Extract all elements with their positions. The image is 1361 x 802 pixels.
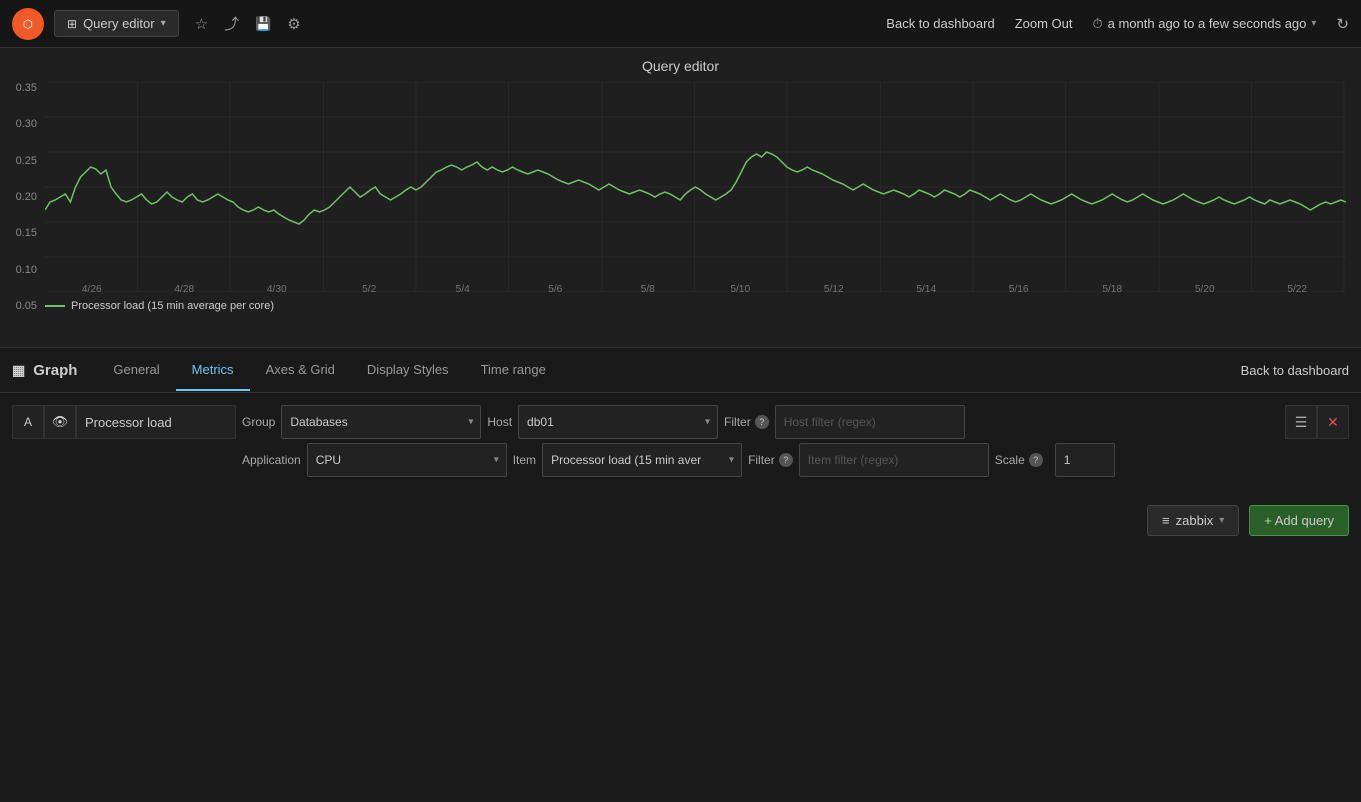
query-editor-label: Query editor	[83, 16, 155, 31]
chevron-down-icon: ▾	[161, 18, 166, 29]
svg-text:5/16: 5/16	[1009, 284, 1029, 292]
chart-legend: Processor load (15 min average per core)	[45, 300, 1346, 312]
scale-input-wrapper[interactable]	[1055, 443, 1115, 477]
panel-type: ▦ Graph	[12, 362, 77, 379]
scale-field[interactable]	[1055, 443, 1115, 477]
gear-icon[interactable]: ⚙	[287, 15, 300, 33]
chart-title: Query editor	[0, 58, 1361, 74]
grid-icon: ⊞	[67, 17, 77, 31]
zabbix-button[interactable]: ≡ zabbix ▾	[1147, 505, 1239, 536]
tab-time-range[interactable]: Time range	[465, 350, 562, 391]
metric-name-label: Processor load	[85, 415, 172, 430]
row1-actions: ☰ ✕	[1285, 405, 1349, 439]
metrics-row-2: A 👁 Application CPU ▾ Item Processor loa…	[12, 443, 1349, 477]
scale-help-icon[interactable]: ?	[1029, 453, 1043, 467]
tab-metrics[interactable]: Metrics	[176, 350, 250, 391]
row-options-button[interactable]: ☰	[1285, 405, 1317, 439]
legend-line	[45, 305, 65, 307]
chart-svg: 4/26 4/28 4/30 5/2 5/4 5/6 5/8 5/10 5/12…	[45, 82, 1346, 292]
save-icon[interactable]: 💾	[255, 16, 271, 32]
share-icon[interactable]: ⤴	[224, 13, 239, 34]
metrics-footer: ≡ zabbix ▾ + Add query	[0, 493, 1361, 544]
alias-cell: A	[12, 405, 44, 439]
item-filter-field[interactable]	[799, 443, 989, 477]
zabbix-icon: ≡	[1162, 513, 1170, 528]
host-label: Host	[481, 415, 518, 429]
back-to-dashboard-top-button[interactable]: Back to dashboard	[886, 16, 994, 31]
zabbix-label: zabbix	[1176, 513, 1214, 528]
row-remove-button[interactable]: ✕	[1317, 405, 1349, 439]
alias-label: A	[24, 415, 32, 429]
time-range-selector[interactable]: ⏱ a month ago to a few seconds ago ▾	[1093, 16, 1317, 32]
topbar-icons: ☆ ⤴ 💾 ⚙	[195, 13, 301, 34]
topbar: ⬡ ⊞ Query editor ▾ ☆ ⤴ 💾 ⚙ Back to dashb…	[0, 0, 1361, 48]
panel-type-label: Graph	[33, 362, 77, 379]
scale-cell: Scale ?	[989, 443, 1115, 477]
add-query-button[interactable]: + Add query	[1249, 505, 1349, 536]
group-label: Group	[236, 415, 281, 429]
application-label: Application	[236, 453, 307, 467]
application-dropdown[interactable]: CPU	[307, 443, 507, 477]
host-dropdown[interactable]: db01	[518, 405, 718, 439]
query-editor-button[interactable]: ⊞ Query editor ▾	[54, 10, 179, 37]
item-label: Item	[507, 453, 542, 467]
svg-text:5/6: 5/6	[548, 284, 563, 292]
filter-help-icon[interactable]: ?	[755, 415, 769, 429]
time-range-label: a month ago to a few seconds ago	[1108, 16, 1307, 31]
svg-text:5/22: 5/22	[1287, 284, 1307, 292]
chart-wrapper: 0.35 0.30 0.25 0.20 0.15 0.10 0.05	[0, 82, 1361, 342]
svg-text:5/18: 5/18	[1102, 284, 1122, 292]
svg-text:5/4: 5/4	[456, 284, 471, 292]
star-icon[interactable]: ☆	[195, 15, 208, 33]
host-filter-input[interactable]	[775, 405, 965, 439]
group-dropdown[interactable]: Databases	[281, 405, 481, 439]
eye-icon: 👁	[52, 414, 69, 430]
svg-text:4/26: 4/26	[82, 284, 102, 292]
group-select[interactable]: Databases ▾	[281, 405, 481, 439]
eye-cell[interactable]: 👁	[44, 405, 76, 439]
filter-label-row1: Filter ?	[718, 415, 775, 429]
application-select[interactable]: CPU ▾	[307, 443, 507, 477]
grafana-logo[interactable]: ⬡	[12, 8, 44, 40]
metric-name-cell: Processor load	[76, 405, 236, 439]
panel-tabs-left: ▦ Graph General Metrics Axes & Grid Disp…	[12, 350, 562, 390]
scale-label: Scale ?	[989, 453, 1049, 467]
svg-text:5/20: 5/20	[1195, 284, 1215, 292]
clock-icon: ⏱	[1093, 16, 1103, 32]
panel-tabs: ▦ Graph General Metrics Axes & Grid Disp…	[0, 348, 1361, 393]
tab-axes-grid[interactable]: Axes & Grid	[250, 350, 351, 391]
svg-text:5/10: 5/10	[730, 284, 750, 292]
bar-chart-icon: ▦	[12, 362, 25, 379]
topbar-right: Back to dashboard Zoom Out ⏱ a month ago…	[886, 15, 1349, 33]
svg-text:4/28: 4/28	[174, 284, 194, 292]
chart-container: Query editor 0.35 0.30 0.25 0.20 0.15 0.…	[0, 48, 1361, 348]
filter-label-row2: Filter ?	[742, 453, 799, 467]
refresh-icon[interactable]: ↻	[1336, 15, 1349, 33]
zabbix-chevron-icon: ▾	[1219, 515, 1224, 526]
y-axis-labels: 0.35 0.30 0.25 0.20 0.15 0.10 0.05	[0, 82, 42, 312]
host-filter-field[interactable]	[775, 405, 965, 439]
svg-text:⬡: ⬡	[23, 18, 33, 31]
host-select[interactable]: db01 ▾	[518, 405, 718, 439]
item-select[interactable]: Processor load (15 min aver ▾	[542, 443, 742, 477]
tab-general[interactable]: General	[97, 350, 175, 391]
time-range-chevron-icon: ▾	[1311, 18, 1316, 29]
svg-text:5/8: 5/8	[641, 284, 656, 292]
item-filter-input[interactable]	[799, 443, 989, 477]
add-query-label: + Add query	[1264, 513, 1334, 528]
metrics-row-1: A 👁 Processor load Group Databases ▾ Hos…	[12, 405, 1349, 439]
svg-text:5/12: 5/12	[824, 284, 844, 292]
item-filter-help-icon[interactable]: ?	[779, 453, 793, 467]
item-dropdown[interactable]: Processor load (15 min aver	[542, 443, 742, 477]
metrics-section: A 👁 Processor load Group Databases ▾ Hos…	[0, 393, 1361, 493]
svg-text:5/14: 5/14	[916, 284, 936, 292]
svg-text:4/30: 4/30	[267, 284, 287, 292]
zoom-out-button[interactable]: Zoom Out	[1015, 16, 1073, 31]
legend-text: Processor load (15 min average per core)	[71, 300, 274, 312]
back-to-dashboard-panel-button[interactable]: Back to dashboard	[1241, 363, 1349, 378]
tab-display-styles[interactable]: Display Styles	[351, 350, 465, 391]
svg-text:5/2: 5/2	[362, 284, 377, 292]
